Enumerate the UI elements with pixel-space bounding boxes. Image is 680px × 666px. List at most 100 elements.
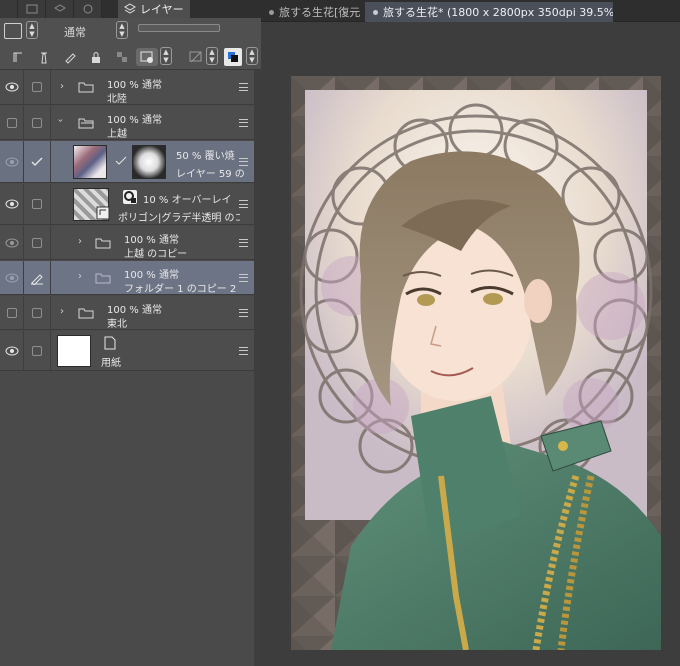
layer-name: 上越 のコピー (124, 249, 188, 260)
pen-icon (65, 53, 76, 64)
layer-menu-button[interactable] (239, 117, 248, 129)
tab-icon-layers-alt[interactable] (18, 0, 46, 18)
lock-layer-button[interactable] (86, 48, 106, 66)
layer-color-stepper[interactable]: ▲ ▼ (246, 47, 258, 65)
visibility-toggle[interactable] (0, 226, 24, 259)
visibility-toggle[interactable] (0, 184, 24, 224)
layer-blend: 通常 (141, 305, 162, 316)
layer-row-joetsu-copy[interactable]: › 100 % 通常 上越 のコピー (0, 226, 254, 260)
layer-menu-button[interactable] (239, 81, 248, 93)
clip-icon (140, 51, 153, 63)
layer-lock-toggle[interactable] (24, 184, 51, 224)
layer-row-tohoku[interactable]: › 100 % 通常 東北 (0, 296, 254, 330)
layer-lock-toggle[interactable] (24, 70, 51, 104)
reference-layer-button[interactable] (8, 48, 28, 66)
draft-layer-button[interactable] (60, 48, 80, 66)
layer-row-polygon[interactable]: 10 % オーバーレイ ポリゴン|グラデ半透明 のコピー (0, 184, 254, 225)
layer-menu-button[interactable] (239, 345, 248, 357)
visibility-toggle[interactable] (0, 261, 24, 294)
layer-menu-button[interactable] (239, 198, 248, 210)
layer-name: 上越 (107, 129, 127, 140)
paper-icon (104, 336, 116, 350)
layer-menu-button[interactable] (239, 272, 248, 284)
opacity-slider[interactable] (138, 24, 220, 32)
layer-name: レイヤー 59 の (176, 169, 245, 180)
artwork-canvas[interactable] (291, 76, 661, 650)
document-tab-label: 旅する生花* (1800 x 2800px 350dpi 39.5%) (383, 6, 613, 19)
layer-list: › 100 % 通常 北陸 › 100 % 通常 上越 50 % 覆い焼 レイヤ… (0, 70, 261, 666)
folder-icon (78, 82, 94, 93)
layer-blend: オーバーレイ (171, 195, 232, 206)
layer-thumbnail (73, 145, 107, 179)
layer-row-layer59[interactable]: 50 % 覆い焼 レイヤー 59 の (0, 141, 254, 183)
expand-arrow-icon[interactable]: › (60, 306, 64, 317)
tab-layer-label: レイヤー (140, 3, 184, 16)
layer-row-hokuriku[interactable]: › 100 % 通常 北陸 (0, 70, 254, 105)
tab-dot-icon (373, 9, 378, 15)
layer-lock-toggle[interactable] (24, 226, 51, 259)
expand-arrow-icon[interactable]: › (78, 236, 82, 247)
tab-dot-icon (269, 9, 274, 15)
layer-name: 東北 (107, 319, 127, 330)
canvas-area: 旅する生花[復元 旅する生花* (1800 x 2800px 350dpi 39… (261, 0, 680, 666)
app-window: レイヤー ▲ ▼ 通常 ▲ ▼ ▲ ▼ ▲ ▼ ▲ ▼ › 100 % 通常 北… (0, 0, 680, 666)
document-tab-restore[interactable]: 旅する生花[復元 (261, 2, 364, 22)
artwork-illustration (291, 76, 661, 650)
folder-icon (95, 273, 111, 284)
visibility-toggle[interactable] (0, 331, 24, 370)
cube-icon (53, 4, 66, 12)
layer-scrollbar[interactable] (254, 70, 261, 666)
eye-icon (5, 157, 18, 166)
blend-mode-stepper[interactable]: ▲ ▼ (116, 21, 128, 39)
eye-icon (5, 273, 18, 282)
layer-lock-toggle[interactable] (24, 141, 51, 182)
lock-transparent-button[interactable] (112, 48, 132, 66)
mask-layer-button[interactable] (186, 48, 206, 66)
clipping-icon (123, 190, 137, 204)
expand-arrow-icon[interactable]: › (78, 271, 82, 282)
layer-name: 用紙 (101, 358, 121, 369)
mask-icon (189, 51, 202, 63)
layer-lock-toggle[interactable] (24, 106, 51, 139)
expand-arrow-icon[interactable]: › (60, 81, 64, 92)
layer-blend: 覆い焼 (204, 151, 235, 162)
color-stepper[interactable]: ▲ ▼ (26, 21, 38, 39)
layer-name: ポリゴン|グラデ半透明 のコピー (118, 213, 240, 224)
layer-edit-toggle[interactable] (24, 261, 51, 294)
checker-icon (117, 52, 127, 62)
layer-color-box[interactable] (4, 23, 22, 39)
visibility-toggle[interactable] (0, 106, 24, 139)
visibility-toggle[interactable] (0, 296, 24, 329)
tab-layer[interactable]: レイヤー (118, 0, 190, 18)
open-folder-icon (78, 118, 94, 129)
layer-color-button[interactable] (224, 48, 242, 66)
tab-icon-nav[interactable] (74, 0, 102, 18)
layer-menu-button[interactable] (239, 307, 248, 319)
visibility-toggle[interactable] (0, 70, 24, 104)
layer-row-joetsu[interactable]: › 100 % 通常 上越 (0, 106, 254, 140)
blend-mode-select[interactable]: 通常 (64, 24, 86, 40)
layer-row-paper[interactable]: 用紙 (0, 331, 254, 371)
lighthouse-icon (41, 52, 47, 64)
lighthouse-button[interactable] (34, 48, 54, 66)
layer-color-icon (228, 52, 238, 62)
clip-layer-button[interactable] (136, 48, 158, 66)
clip-stepper[interactable]: ▲ ▼ (160, 47, 172, 65)
layer-menu-button[interactable] (239, 156, 248, 168)
visibility-toggle[interactable] (0, 141, 24, 182)
layer-opacity: 50 % (176, 151, 202, 162)
document-tab-active[interactable]: 旅する生花* (1800 x 2800px 350dpi 39.5%) (365, 2, 613, 22)
layer-thumbnail (57, 335, 91, 367)
layer-menu-button[interactable] (239, 237, 248, 249)
panel-tab-bar: レイヤー (0, 0, 261, 18)
layer-row-folder1-copy2[interactable]: › 100 % 通常 フォルダー 1 のコピー 2 (0, 261, 254, 295)
folder-icon (95, 238, 111, 249)
document-tab-label: 旅する生花[復元 (279, 6, 361, 19)
mask-stepper[interactable]: ▲ ▼ (206, 47, 218, 65)
tab-icon-a[interactable] (0, 0, 18, 18)
collapse-arrow-icon[interactable]: › (55, 119, 66, 123)
layer-lock-toggle[interactable] (24, 331, 51, 370)
eye-icon (5, 238, 18, 247)
tab-icon-sub[interactable] (46, 0, 74, 18)
layer-lock-toggle[interactable] (24, 296, 51, 329)
